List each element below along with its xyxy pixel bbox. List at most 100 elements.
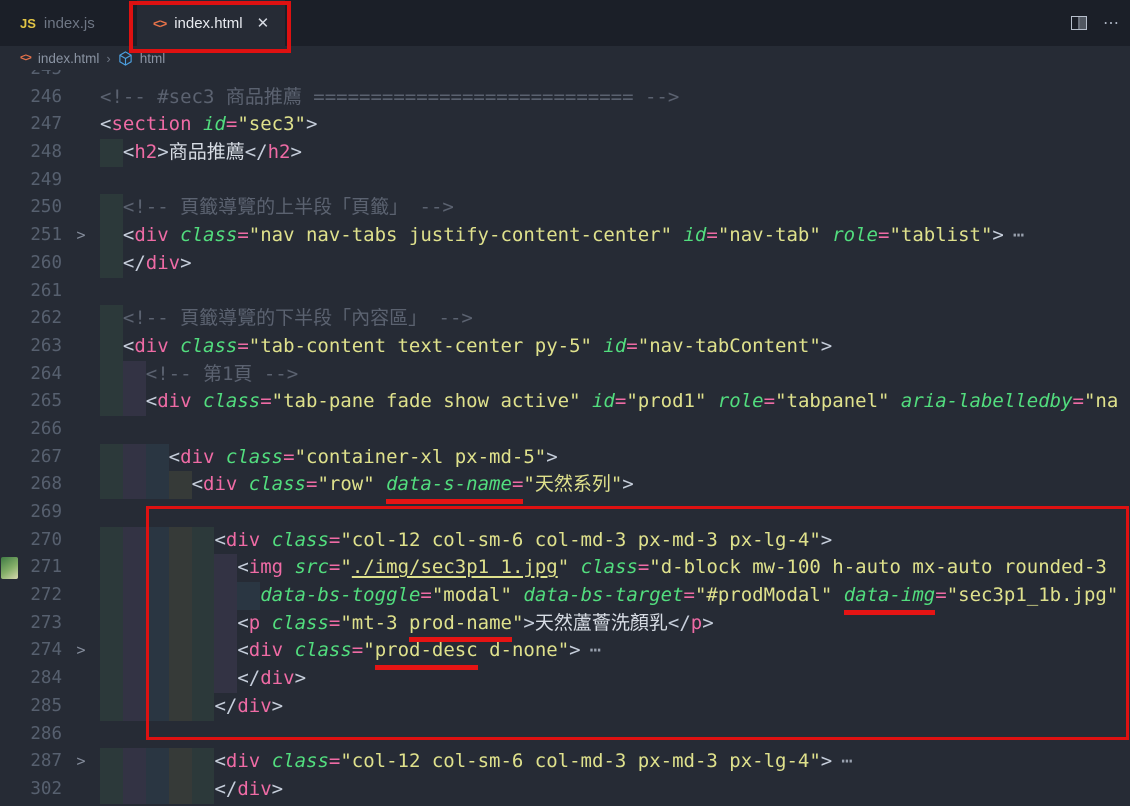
indent-rainbow-block: [146, 693, 169, 721]
code-line-261: 261: [0, 278, 1130, 306]
indent-rainbow-block: [123, 388, 146, 416]
line-number: 264: [0, 361, 62, 389]
indent-rainbow-block: [192, 554, 215, 582]
indent-rainbow-block: [100, 471, 123, 499]
code-line-271: 271 <img src="./img/sec3p1_1.jpg" class=…: [0, 554, 1130, 582]
fold-chevron-icon[interactable]: >: [62, 748, 100, 776]
indent-rainbow-block: [123, 665, 146, 693]
tab-index-html[interactable]: <> index.html ✕: [137, 0, 285, 46]
breadcrumb-symbol[interactable]: html: [140, 51, 166, 66]
indent-rainbow-block: [169, 554, 192, 582]
indent-rainbow-block: [123, 471, 146, 499]
code-line-269: 269: [0, 499, 1130, 527]
line-number: 302: [0, 776, 62, 804]
code-line-268: 268 <div class="row" data-s-name="天然系列">: [0, 471, 1130, 499]
indent-rainbow-block: [100, 388, 123, 416]
indent-rainbow-block: [192, 610, 215, 638]
indent-rainbow-block: [214, 554, 237, 582]
indent-rainbow-block: [100, 582, 123, 610]
indent-rainbow-block: [100, 361, 123, 389]
indent-rainbow-block: [237, 582, 260, 610]
indent-rainbow-block: [123, 444, 146, 472]
line-number: 286: [0, 721, 62, 749]
gutter-image-preview[interactable]: [1, 557, 18, 579]
code-line-264: 264 <!-- 第1頁 -->: [0, 361, 1130, 389]
indent-rainbow-block: [169, 527, 192, 555]
indent-rainbow-block: [100, 305, 123, 333]
indent-rainbow-block: [123, 748, 146, 776]
breadcrumb-file[interactable]: index.html: [38, 51, 100, 66]
fold-chevron-icon[interactable]: >: [62, 222, 100, 250]
tab-label: index.html: [174, 15, 242, 32]
code-line-249: 249: [0, 167, 1130, 195]
tab-index-js[interactable]: JS index.js: [0, 0, 128, 46]
code-editor[interactable]: 245246<!-- #sec3 商品推薦 ==================…: [0, 70, 1130, 806]
indent-rainbow-block: [100, 527, 123, 555]
code-line-265: 265 <div class="tab-pane fade show activ…: [0, 388, 1130, 416]
indent-rainbow-block: [146, 610, 169, 638]
indent-rainbow-block: [169, 776, 192, 804]
line-number: 250: [0, 194, 62, 222]
line-number: 247: [0, 111, 62, 139]
indent-rainbow-block: [169, 665, 192, 693]
indent-rainbow-block: [123, 776, 146, 804]
indent-rainbow-block: [100, 776, 123, 804]
indent-rainbow-block: [169, 748, 192, 776]
indent-rainbow-block: [100, 194, 123, 222]
folded-code-ellipsis[interactable]: ⋯: [1013, 222, 1022, 250]
indent-rainbow-block: [100, 748, 123, 776]
code-line-284: 284 </div>: [0, 665, 1130, 693]
indent-rainbow-block: [169, 637, 192, 665]
indent-rainbow-block: [123, 610, 146, 638]
line-number: 249: [0, 167, 62, 195]
indent-rainbow-block: [100, 222, 123, 250]
fold-chevron-icon[interactable]: >: [62, 637, 100, 665]
code-line-245: 245: [0, 70, 1130, 84]
indent-rainbow-block: [123, 637, 146, 665]
code-line-273: 273 <p class="mt-3 prod-name">天然蘆薈洗顏乳</p…: [0, 610, 1130, 638]
split-editor-icon[interactable]: [1071, 16, 1087, 30]
html-file-icon: <>: [153, 16, 166, 31]
indent-rainbow-block: [123, 582, 146, 610]
indent-rainbow-block: [214, 610, 237, 638]
indent-rainbow-block: [146, 665, 169, 693]
indent-rainbow-block: [100, 444, 123, 472]
line-number: 284: [0, 665, 62, 693]
code-line-272: 272 data-bs-toggle="modal" data-bs-targe…: [0, 582, 1130, 610]
indent-rainbow-block: [192, 665, 215, 693]
code-line-267: 267 <div class="container-xl px-md-5">: [0, 444, 1130, 472]
annotation-underlined-token: =: [512, 471, 523, 504]
annotation-underlined-token: data-s-name: [386, 471, 512, 504]
folded-code-ellipsis[interactable]: ⋯: [590, 637, 599, 665]
indent-rainbow-block: [146, 471, 169, 499]
indent-rainbow-block: [169, 610, 192, 638]
code-line-302: 302 </div>: [0, 776, 1130, 804]
line-number: 260: [0, 250, 62, 278]
line-number: 261: [0, 278, 62, 306]
folded-code-ellipsis[interactable]: ⋯: [841, 748, 850, 776]
code-line-274: 274> <div class="prod-desc d-none">⋯: [0, 637, 1130, 665]
breadcrumb: <> index.html › html: [0, 46, 1130, 70]
indent-rainbow-block: [146, 444, 169, 472]
line-number: 287: [0, 748, 62, 776]
indent-rainbow-block: [146, 554, 169, 582]
line-number: 267: [0, 444, 62, 472]
line-number: 273: [0, 610, 62, 638]
line-number: 265: [0, 388, 62, 416]
code-line-251: 251> <div class="nav nav-tabs justify-co…: [0, 222, 1130, 250]
indent-rainbow-block: [123, 554, 146, 582]
indent-rainbow-block: [192, 693, 215, 721]
indent-rainbow-block: [169, 471, 192, 499]
indent-rainbow-block: [100, 139, 123, 167]
code-line-287: 287> <div class="col-12 col-sm-6 col-md-…: [0, 748, 1130, 776]
code-line-246: 246<!-- #sec3 商品推薦 =====================…: [0, 84, 1130, 112]
line-number: 274: [0, 637, 62, 665]
code-line-250: 250 <!-- 頁籤導覽的上半段「頁籤」 -->: [0, 194, 1130, 222]
indent-rainbow-block: [100, 693, 123, 721]
html-file-icon: <>: [20, 52, 31, 64]
more-actions-icon[interactable]: ⋯: [1103, 13, 1120, 33]
line-number: 268: [0, 471, 62, 499]
close-tab-icon[interactable]: ✕: [257, 14, 270, 32]
code-line-263: 263 <div class="tab-content text-center …: [0, 333, 1130, 361]
indent-rainbow-block: [192, 776, 215, 804]
